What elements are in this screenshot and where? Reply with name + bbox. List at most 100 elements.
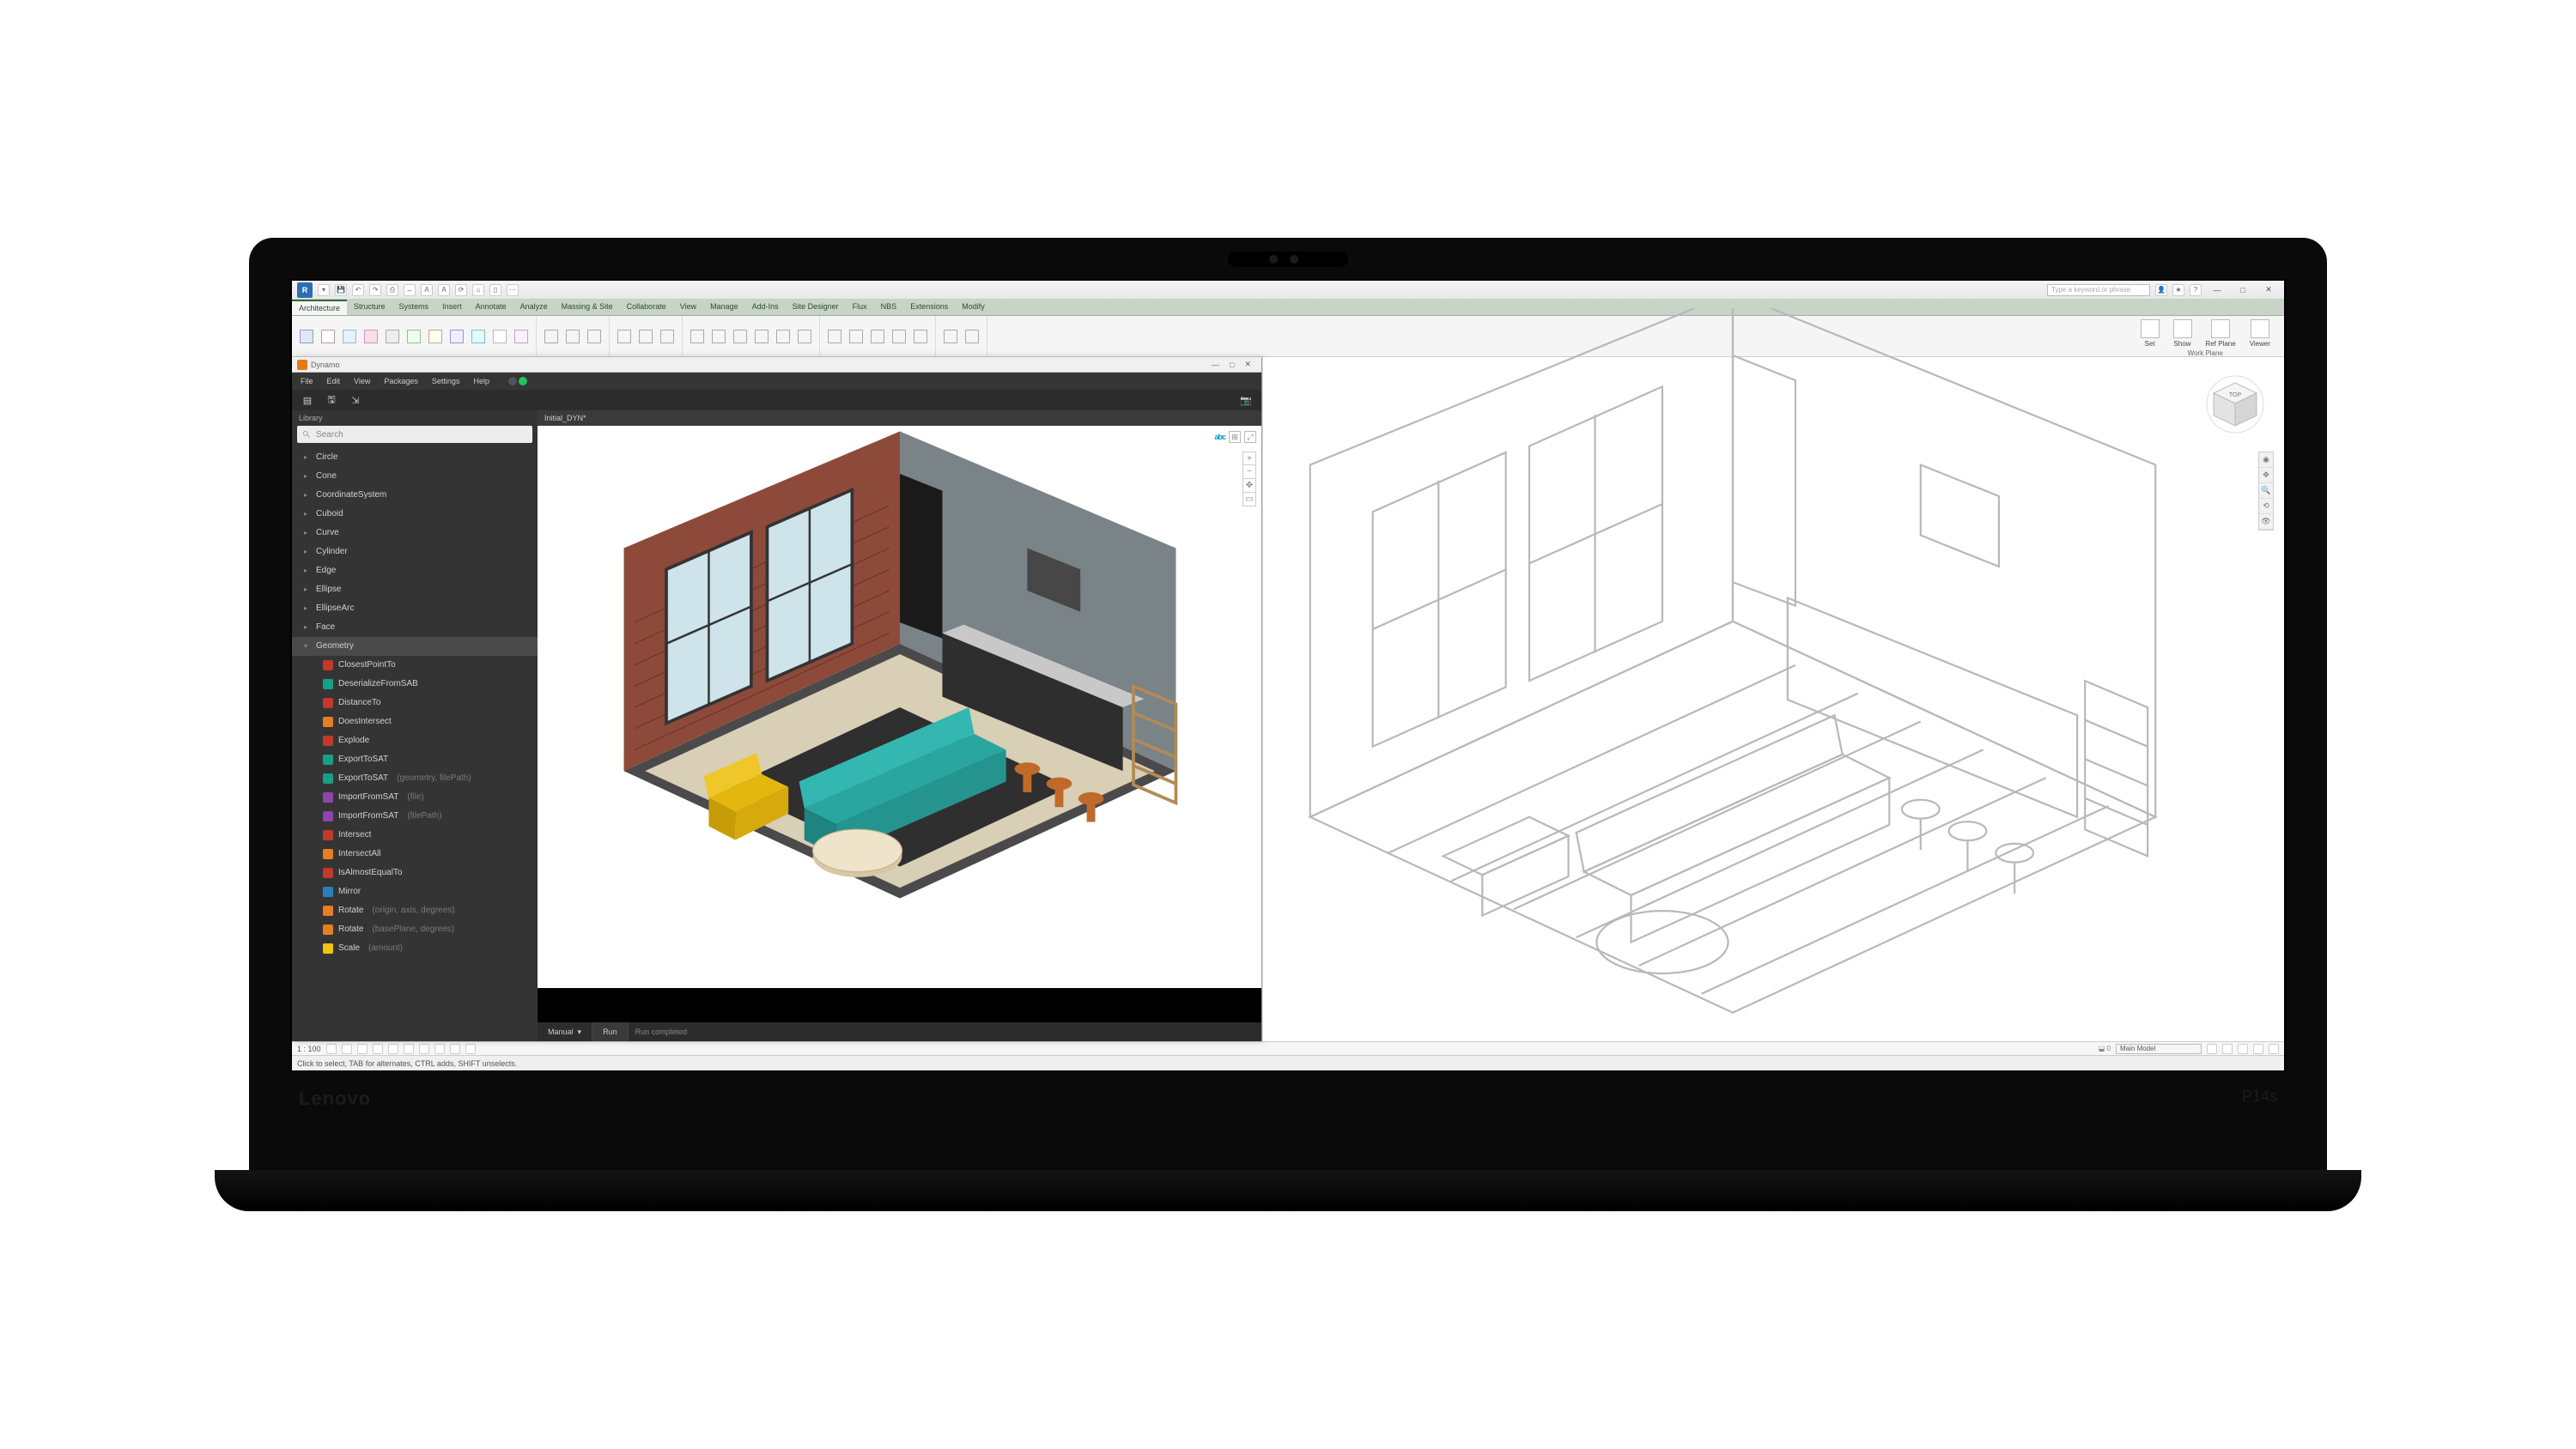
qat-undo-icon[interactable]: ↶ — [352, 284, 364, 296]
ribbon-tab-collaborate[interactable]: Collaborate — [620, 300, 673, 315]
dyn-save-icon[interactable]: 🖫 — [325, 393, 338, 407]
tree-category-ellipse[interactable]: ▸Ellipse — [292, 580, 538, 599]
tree-node-rotate[interactable]: Rotate(basePlane, degrees) — [292, 920, 538, 939]
nav-wheel-icon[interactable]: ◉ — [2259, 452, 2273, 468]
dynamo-maximize-icon[interactable]: □ — [1224, 361, 1239, 369]
vc-visual-style-icon[interactable] — [342, 1044, 352, 1054]
ribbon-tab-extensions[interactable]: Extensions — [903, 300, 955, 315]
tree-node-exporttosat[interactable]: ExportToSAT(geometry, filePath) — [292, 769, 538, 788]
dynamo-menu-settings[interactable]: Settings — [432, 377, 460, 385]
tree-category-cylinder[interactable]: ▸Cylinder — [292, 543, 538, 561]
app-logo[interactable]: R — [297, 282, 313, 298]
tree-node-deserializefromsab[interactable]: DeserializeFromSAB — [292, 675, 538, 694]
qat-more-icon[interactable]: ⋯ — [507, 284, 519, 296]
dyn-toggle-geometry-icon[interactable] — [508, 377, 517, 385]
infocenter-signin-icon[interactable]: 👤 — [2155, 284, 2167, 296]
dynamo-3d-preview[interactable]: abc ⊞ ⤢ + − ✥ ▭ — [538, 426, 1261, 988]
tool-gridline-icon[interactable] — [963, 327, 981, 346]
tool-vertical-icon[interactable] — [890, 327, 908, 346]
nav-zoom-icon[interactable]: 🔍 — [2259, 483, 2273, 499]
tool-areabd-icon[interactable] — [774, 327, 793, 346]
tool-wall-icon[interactable] — [297, 327, 316, 346]
tree-category-curve[interactable]: ▸Curve — [292, 524, 538, 543]
tree-node-explode[interactable]: Explode — [292, 731, 538, 750]
tree-category-coordinatesystem[interactable]: ▸CoordinateSystem — [292, 486, 538, 505]
help-search-input[interactable]: Type a keyword or phrase — [2047, 284, 2150, 296]
tree-node-exporttosat[interactable]: ExportToSAT — [292, 750, 538, 769]
window-minimize-icon[interactable]: — — [2207, 283, 2227, 297]
tool-window-icon[interactable] — [340, 327, 359, 346]
ribbon-tab-site-designer[interactable]: Site Designer — [786, 300, 846, 315]
tree-node-importfromsat[interactable]: ImportFromSAT(filePath) — [292, 807, 538, 826]
qat-open-icon[interactable]: ▾ — [318, 284, 330, 296]
ribbon-tab-flux[interactable]: Flux — [846, 300, 874, 315]
qat-print-icon[interactable]: ⎙ — [386, 284, 398, 296]
ribbon-tab-architecture[interactable]: Architecture — [292, 300, 347, 315]
vc-reveal-icon[interactable] — [465, 1044, 476, 1054]
tool-door-icon[interactable] — [319, 327, 337, 346]
ribbon-tab-manage[interactable]: Manage — [703, 300, 745, 315]
dyn-3d-grid-icon[interactable]: ⊞ — [1229, 431, 1241, 443]
dyn-toggle-run-icon[interactable] — [519, 377, 527, 385]
ribbon-tab-nbs[interactable]: NBS — [874, 300, 904, 315]
dynamo-menu-packages[interactable]: Packages — [384, 377, 418, 385]
dyn-zoom-in-icon[interactable]: + — [1242, 452, 1256, 465]
dynamo-close-icon[interactable]: ✕ — [1239, 360, 1256, 369]
dyn-fit-icon[interactable]: ▭ — [1242, 493, 1256, 506]
ribbon-tab-systems[interactable]: Systems — [392, 300, 436, 315]
tree-category-face[interactable]: ▸Face — [292, 618, 538, 637]
tool-component-icon[interactable] — [361, 327, 380, 346]
ribbon-tab-modify[interactable]: Modify — [955, 300, 992, 315]
tool-tagroom-icon[interactable] — [731, 327, 750, 346]
dyn-pan-icon[interactable]: ✥ — [1242, 479, 1256, 493]
tool-area-icon[interactable] — [752, 327, 771, 346]
tree-node-intersect[interactable]: Intersect — [292, 826, 538, 845]
vc-render-icon[interactable] — [388, 1044, 398, 1054]
tool-railing-icon[interactable] — [542, 327, 561, 346]
ribbon-tab-structure[interactable]: Structure — [347, 300, 392, 315]
window-maximize-icon[interactable]: □ — [2233, 283, 2253, 297]
dyn-camera-icon[interactable]: 📷 — [1239, 393, 1253, 407]
ribbon-tab-annotate[interactable]: Annotate — [469, 300, 513, 315]
tool-mullion-icon[interactable] — [512, 327, 531, 346]
tool-modelline-icon[interactable] — [636, 327, 655, 346]
tree-category-circle[interactable]: ▸Circle — [292, 448, 538, 467]
ribbon-tab-analyze[interactable]: Analyze — [513, 300, 555, 315]
tool-roof-icon[interactable] — [404, 327, 423, 346]
vc-cropreg-icon[interactable] — [419, 1044, 429, 1054]
qat-text-icon[interactable]: A — [421, 284, 433, 296]
view-scale[interactable]: 1 : 100 — [297, 1045, 321, 1053]
vc-linked-icon[interactable] — [2238, 1044, 2248, 1054]
infocenter-star-icon[interactable]: ★ — [2172, 284, 2184, 296]
vc-worksets-icon[interactable] — [2222, 1044, 2233, 1054]
ribbon-tab-add-ins[interactable]: Add-Ins — [745, 300, 786, 315]
dynamo-minimize-icon[interactable]: — — [1206, 361, 1224, 369]
tree-node-distanceto[interactable]: DistanceTo — [292, 694, 538, 712]
qat-section-icon[interactable]: ▯ — [489, 284, 501, 296]
vc-filter-icon[interactable] — [2207, 1044, 2217, 1054]
vc-pin-icon[interactable] — [2269, 1044, 2279, 1054]
tool-wallop-icon[interactable] — [868, 327, 887, 346]
qat-tag-icon[interactable]: A — [438, 284, 450, 296]
revit-3d-view[interactable]: TOP ◉ ✥ 🔍 ⟲ 👁 — [1262, 357, 2284, 1041]
dynamo-menu-file[interactable]: File — [301, 377, 313, 385]
tool-shaft-icon[interactable] — [847, 327, 866, 346]
vc-sunpath-icon[interactable] — [357, 1044, 368, 1054]
qat-measure-icon[interactable]: ↔ — [404, 284, 416, 296]
tree-node-scale[interactable]: Scale(amount) — [292, 939, 538, 958]
tool-level-icon[interactable] — [941, 327, 960, 346]
nav-look-icon[interactable]: 👁 — [2259, 514, 2273, 530]
tool-modelgroup-icon[interactable] — [658, 327, 677, 346]
viewcube[interactable]: TOP — [2205, 374, 2265, 434]
dynamo-menu-view[interactable]: View — [354, 377, 370, 385]
vc-lock-icon[interactable] — [434, 1044, 445, 1054]
qat-sync-icon[interactable]: ⟳ — [455, 284, 467, 296]
vc-detail-icon[interactable] — [326, 1044, 337, 1054]
tool-stair-icon[interactable] — [585, 327, 604, 346]
workplane-viewer-button[interactable]: Viewer — [2245, 318, 2275, 349]
tool-tagarea-icon[interactable] — [795, 327, 814, 346]
tool-curtain-icon[interactable] — [469, 327, 488, 346]
tool-ceiling-icon[interactable] — [426, 327, 445, 346]
vc-temp-icon[interactable] — [450, 1044, 460, 1054]
dyn-zoom-out-icon[interactable]: − — [1242, 465, 1256, 479]
